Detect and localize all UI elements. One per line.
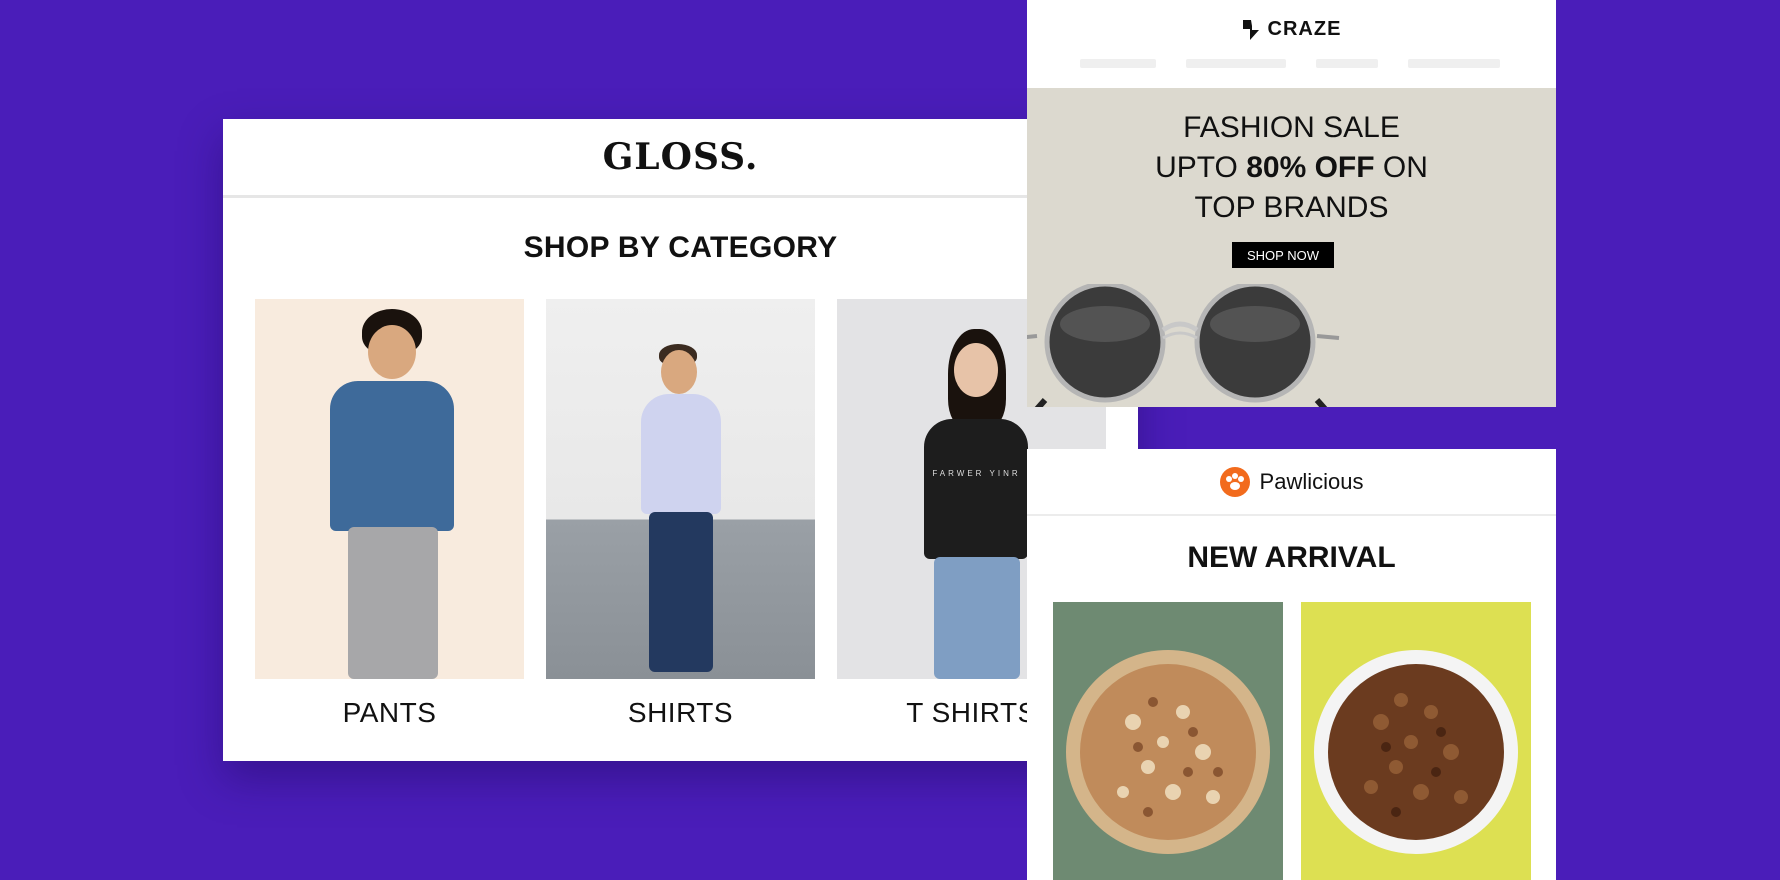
- craze-logo[interactable]: CRAZE: [1027, 18, 1556, 41]
- nav-item-placeholder[interactable]: [1408, 59, 1500, 68]
- category-label-shirts[interactable]: SHIRTS: [546, 697, 815, 729]
- nav-item-placeholder[interactable]: [1316, 59, 1378, 68]
- sale-headline: FASHION SALE UPTO 80% OFF ON TOP BRANDS: [1027, 108, 1556, 228]
- new-arrival-heading: NEW ARRIVAL: [1187, 541, 1396, 574]
- shop-by-category-heading: SHOP BY CATEGORY: [523, 231, 838, 264]
- pawlicious-email-card: Pawlicious NEW ARRIVAL: [1027, 449, 1556, 880]
- headline-line-2: UPTO 80% OFF ON: [1155, 151, 1428, 184]
- gloss-email-card: GLOSS. SHOP BY CATEGORY PANTS SHIRTS FAR…: [223, 119, 1138, 761]
- sunglasses-image: [1027, 284, 1340, 407]
- model-figure: [290, 309, 490, 679]
- nav-item-placeholder[interactable]: [1080, 59, 1156, 68]
- pants-photo[interactable]: [255, 299, 524, 679]
- pawlicious-brand-name: Pawlicious: [1259, 468, 1364, 494]
- product-card-biscuits[interactable]: [1053, 602, 1283, 880]
- craze-nav-placeholder: [1080, 59, 1500, 68]
- category-card-shirts[interactable]: SHIRTS: [546, 299, 815, 729]
- headline-line-3: TOP BRANDS: [1194, 191, 1389, 224]
- craze-email-card: CRAZE FASHION SALE UPTO 80% OFF ON TOP B…: [1027, 0, 1556, 407]
- nav-item-placeholder[interactable]: [1186, 59, 1286, 68]
- tshirt-print-text: FARWER YINR: [932, 469, 1021, 478]
- paw-logo-icon: [1219, 466, 1250, 497]
- pawlicious-logo[interactable]: Pawlicious: [1027, 449, 1556, 516]
- headline-line-1: FASHION SALE: [1183, 111, 1400, 144]
- shirts-photo[interactable]: [546, 299, 815, 679]
- craze-header: CRAZE: [1027, 0, 1556, 88]
- gloss-logo[interactable]: GLOSS.: [223, 119, 1138, 198]
- craze-brand-name: CRAZE: [1267, 18, 1342, 40]
- category-card-pants[interactable]: PANTS: [255, 299, 524, 729]
- category-label-pants[interactable]: PANTS: [255, 697, 524, 729]
- craze-hero-banner[interactable]: FASHION SALE UPTO 80% OFF ON TOP BRANDS …: [1027, 88, 1556, 407]
- product-card-kibble[interactable]: [1301, 602, 1531, 880]
- shop-now-button[interactable]: SHOP NOW: [1232, 242, 1334, 268]
- model-figure: [601, 344, 761, 679]
- pet-food-bowl-image: [1314, 650, 1518, 854]
- pet-food-bowl-image: [1066, 650, 1270, 854]
- bolt-logo-icon: [1242, 19, 1259, 40]
